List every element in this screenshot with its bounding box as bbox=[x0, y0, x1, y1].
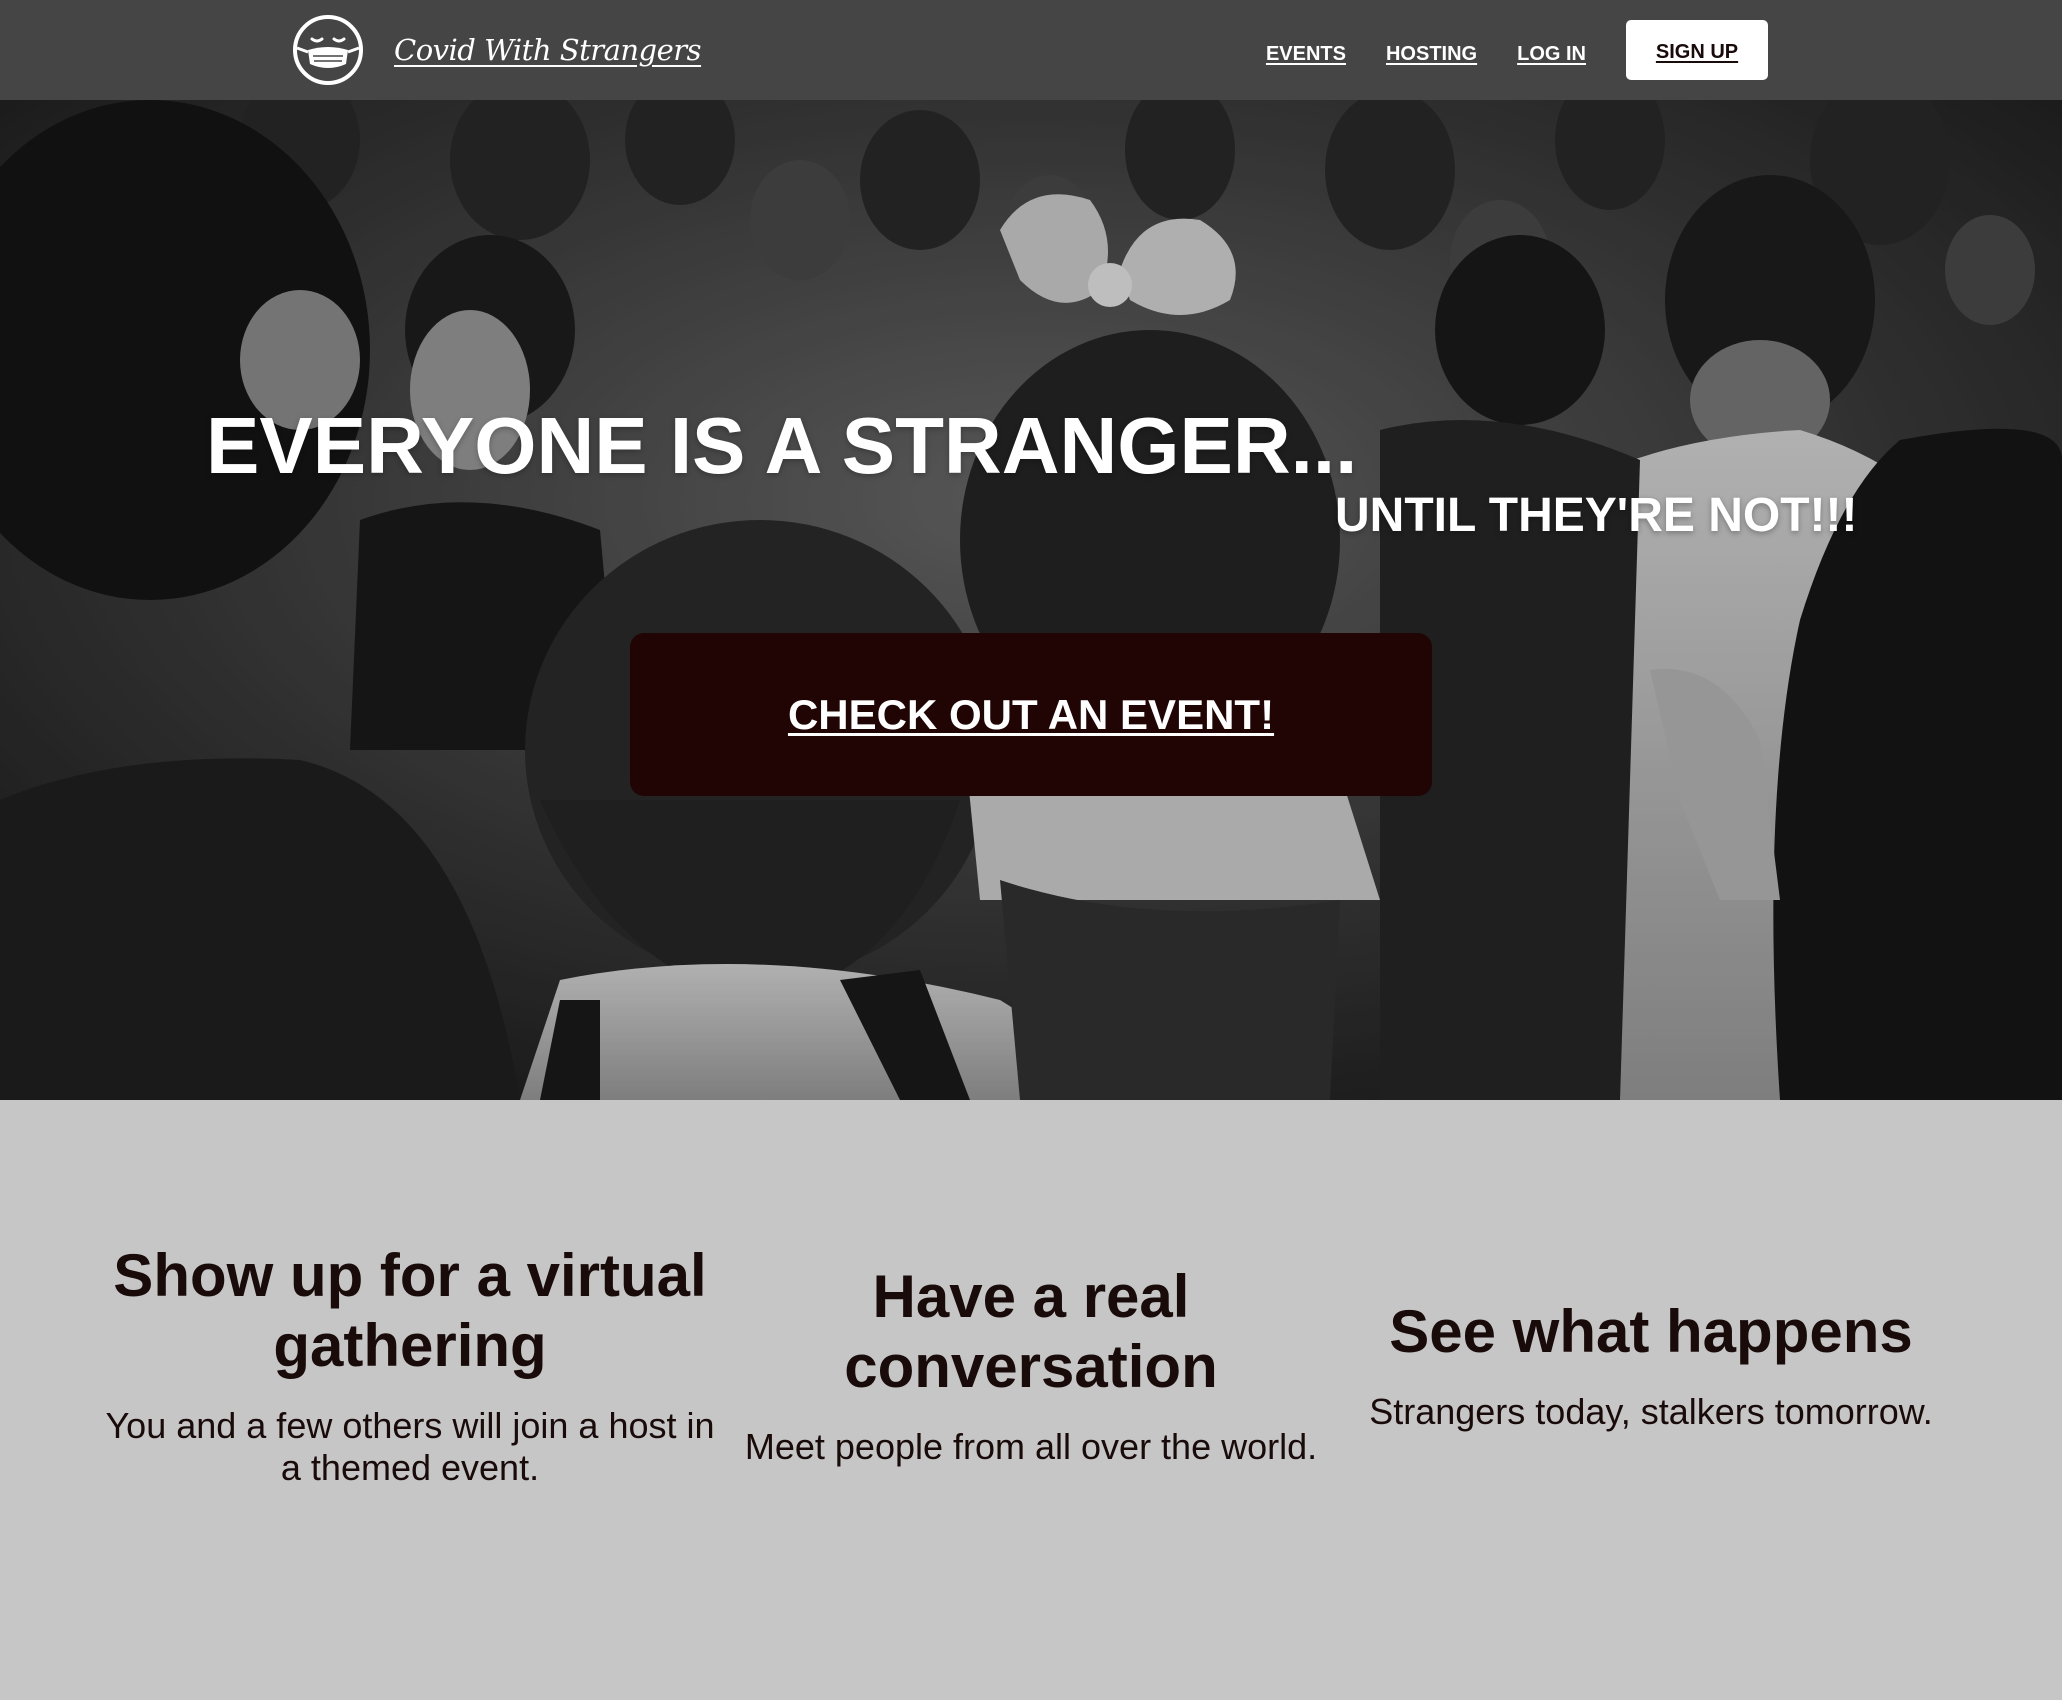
feature-card-real-conversation: Have a real conversation Meet people fro… bbox=[716, 1100, 1346, 1700]
masked-face-icon bbox=[293, 15, 363, 85]
feature-text: You and a few others will join a host in… bbox=[105, 1405, 715, 1488]
brand-link[interactable]: Covid With Strangers bbox=[292, 14, 702, 86]
feature-card-see-what-happens: See what happens Strangers today, stalke… bbox=[1336, 1100, 1966, 1700]
feature-text: Strangers today, stalkers tomorrow. bbox=[1369, 1391, 1933, 1432]
feature-text: Meet people from all over the world. bbox=[744, 1426, 1318, 1467]
hero-section: EVERYONE IS A STRANGER... UNTIL THEY'RE … bbox=[0, 100, 2062, 1100]
crowd-photo bbox=[0, 100, 2062, 1100]
features-section: Show up for a virtual gathering You and … bbox=[0, 1100, 2062, 1700]
brand-name: Covid With Strangers bbox=[394, 33, 702, 67]
feature-card-virtual-gathering: Show up for a virtual gathering You and … bbox=[95, 1100, 725, 1700]
signup-button[interactable]: SIGN UP bbox=[1626, 20, 1768, 80]
feature-title: See what happens bbox=[1389, 1298, 1913, 1365]
nav-link-login[interactable]: LOG IN bbox=[1517, 35, 1586, 66]
nav-link-events[interactable]: EVENTS bbox=[1266, 35, 1346, 66]
feature-title: Show up for a virtual gathering bbox=[113, 1242, 707, 1379]
feature-title: Have a real conversation bbox=[844, 1263, 1218, 1400]
nav-link-hosting[interactable]: HOSTING bbox=[1386, 35, 1477, 66]
hero-subtitle: UNTIL THEY'RE NOT!!! bbox=[1335, 489, 1858, 542]
hero-title: EVERYONE IS A STRANGER... bbox=[206, 401, 1358, 490]
nav-links: EVENTS HOSTING LOG IN SIGN UP bbox=[1226, 0, 1768, 100]
top-navbar: Covid With Strangers EVENTS HOSTING LOG … bbox=[0, 0, 2062, 100]
check-out-event-button[interactable]: CHECK OUT AN EVENT! bbox=[630, 633, 1432, 796]
